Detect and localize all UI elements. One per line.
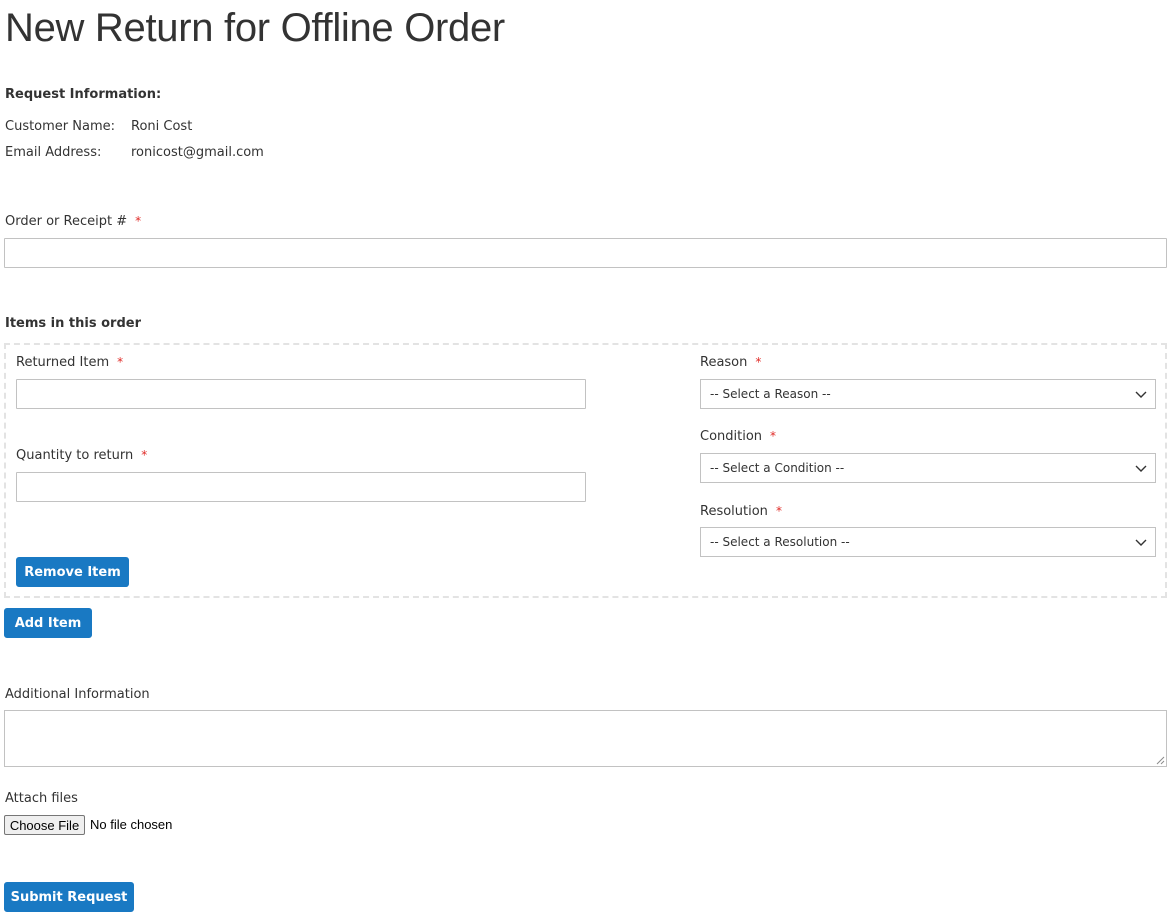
- condition-label: Condition *: [700, 429, 776, 444]
- items-heading: Items in this order: [5, 316, 141, 331]
- resize-grip-icon[interactable]: [1155, 755, 1165, 765]
- reason-label-text: Reason: [700, 355, 748, 370]
- required-asterisk: *: [755, 355, 762, 369]
- returned-item-label-text: Returned Item: [16, 355, 110, 370]
- required-asterisk: *: [141, 448, 148, 462]
- required-asterisk: *: [135, 214, 142, 228]
- resolution-label: Resolution *: [700, 504, 782, 519]
- customer-name-label: Customer Name:: [5, 119, 116, 134]
- request-info-heading: Request Information:: [5, 87, 162, 102]
- required-asterisk: *: [775, 504, 782, 518]
- email-value: ronicost@gmail.com: [131, 145, 264, 160]
- add-item-button[interactable]: Add Item: [4, 608, 92, 638]
- reason-select[interactable]: -- Select a Reason --: [700, 379, 1156, 409]
- condition-label-text: Condition: [700, 429, 763, 444]
- condition-select-value: -- Select a Condition --: [710, 461, 845, 475]
- order-receipt-label-text: Order or Receipt #: [5, 214, 128, 229]
- order-receipt-input[interactable]: [4, 238, 1167, 268]
- resolution-label-text: Resolution: [700, 504, 768, 519]
- chevron-down-icon: [1135, 391, 1147, 398]
- chevron-down-icon: [1135, 465, 1147, 472]
- customer-name-value: Roni Cost: [131, 119, 193, 134]
- quantity-input[interactable]: [16, 472, 586, 502]
- additional-info-textarea[interactable]: [4, 710, 1167, 767]
- reason-select-value: -- Select a Reason --: [710, 387, 831, 401]
- attach-files-label: Attach files: [5, 791, 78, 806]
- submit-request-button[interactable]: Submit Request: [4, 882, 134, 912]
- required-asterisk: *: [117, 355, 124, 369]
- quantity-label: Quantity to return *: [16, 448, 147, 463]
- reason-label: Reason *: [700, 355, 761, 370]
- quantity-label-text: Quantity to return: [16, 448, 134, 463]
- returned-item-input[interactable]: [16, 379, 586, 409]
- email-label: Email Address:: [5, 145, 102, 160]
- file-status-text: No file chosen: [90, 817, 173, 832]
- resolution-select-value: -- Select a Resolution --: [710, 535, 850, 549]
- condition-select[interactable]: -- Select a Condition --: [700, 453, 1156, 483]
- page-title: New Return for Offline Order: [5, 6, 505, 50]
- order-receipt-label: Order or Receipt # *: [5, 214, 141, 229]
- resolution-select[interactable]: -- Select a Resolution --: [700, 527, 1156, 557]
- returned-item-label: Returned Item *: [16, 355, 123, 370]
- additional-info-label: Additional Information: [5, 687, 150, 702]
- chevron-down-icon: [1135, 539, 1147, 546]
- choose-file-button[interactable]: Choose File: [4, 815, 85, 835]
- required-asterisk: *: [770, 429, 777, 443]
- remove-item-button[interactable]: Remove Item: [16, 557, 129, 587]
